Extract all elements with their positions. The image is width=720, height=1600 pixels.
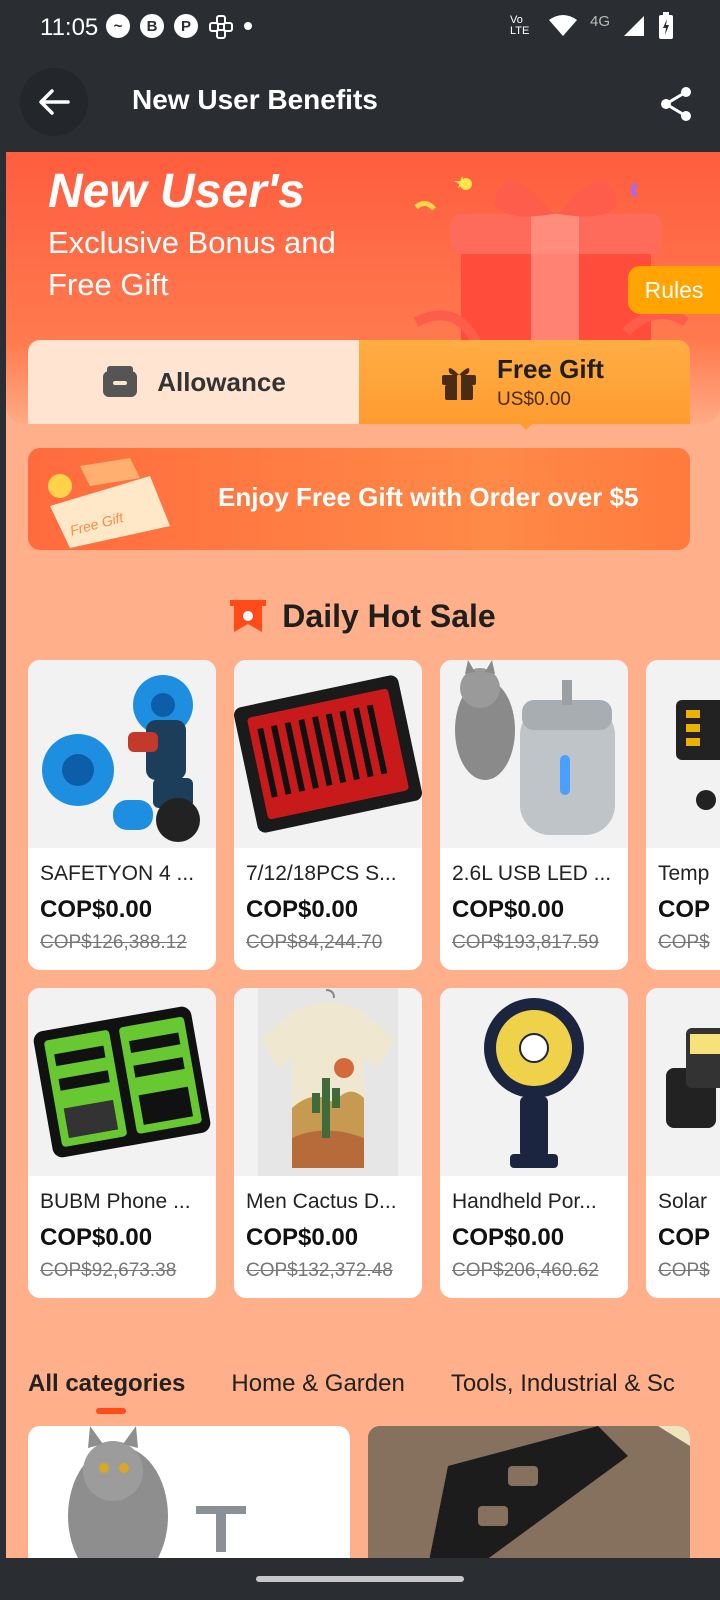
- hot-sale-grid[interactable]: SAFETYON 4 ... COP$0.00 COP$126,388.12 7…: [28, 660, 720, 1310]
- product-image-temp-controller: [646, 660, 720, 848]
- product-original-price: COP$206,460.62: [452, 1260, 599, 1281]
- product-card[interactable]: Temp COP COP$: [646, 660, 720, 970]
- active-category-indicator: [96, 1408, 126, 1414]
- category-product-card[interactable]: [368, 1426, 690, 1558]
- product-original-price: COP$193,817.59: [452, 932, 599, 953]
- network-type: 4G: [589, 12, 610, 30]
- product-price: COP$0.00: [452, 1224, 565, 1251]
- active-tab-pointer: [516, 420, 536, 430]
- more-notifications-dot: [244, 22, 252, 30]
- benefit-tabs: Allowance Free Gift US$0.00: [28, 340, 690, 424]
- product-card[interactable]: Solar COP COP$: [646, 988, 720, 1298]
- product-card[interactable]: BUBM Phone ... COP$0.00 COP$92,673.38: [28, 988, 216, 1298]
- gift-box-illustration: [413, 176, 689, 352]
- daily-hot-sale-title: Daily Hot Sale: [282, 598, 496, 634]
- category-product-card[interactable]: [28, 1426, 350, 1558]
- b-icon: B: [140, 14, 164, 38]
- gift-icon: [442, 368, 476, 400]
- product-card[interactable]: SAFETYON 4 ... COP$0.00 COP$126,388.12: [28, 660, 216, 970]
- tab-allowance-label: Allowance: [157, 366, 286, 397]
- back-button[interactable]: [20, 68, 88, 136]
- product-original-price: COP$: [658, 932, 710, 953]
- status-bar: 11:05 ~ B P Vo LTE 4G: [0, 0, 720, 56]
- product-name: Handheld Por...: [452, 1190, 597, 1213]
- product-name: Solar: [658, 1190, 708, 1213]
- product-price: COP: [658, 1224, 711, 1251]
- product-image-solar-light: [646, 988, 720, 1176]
- product-card[interactable]: 7/12/18PCS S... COP$0.00 COP$84,244.70: [234, 660, 422, 970]
- tab-tools-industrial[interactable]: Tools, Industrial & Sc: [451, 1370, 675, 1420]
- category-tabs: All categories Home & Garden Tools, Indu…: [28, 1370, 720, 1420]
- product-card[interactable]: Handheld Por... COP$0.00 COP$206,460.62: [440, 988, 628, 1298]
- product-image-cable-organizer: [28, 988, 216, 1176]
- free-gift-promo[interactable]: Free Gift Enjoy Free Gift with Order ove…: [28, 448, 690, 550]
- battery-icon: [659, 12, 673, 39]
- banner-title: New User's: [48, 165, 305, 218]
- product-card[interactable]: 2.6L USB LED ... COP$0.00 COP$193,817.59: [440, 660, 628, 970]
- product-image-manicure-set: [234, 660, 422, 848]
- product-original-price: COP$126,388.12: [40, 932, 187, 953]
- product-price: COP$0.00: [40, 1224, 153, 1251]
- product-image-cat: [68, 1426, 246, 1558]
- wifi-icon: [548, 15, 577, 36]
- notification-icons: ~ B P: [106, 14, 252, 40]
- product-price: COP$0.00: [40, 896, 153, 923]
- product-original-price: COP$84,244.70: [246, 932, 383, 953]
- system-nav-bar: [0, 1558, 720, 1600]
- share-icon: [661, 87, 691, 121]
- product-price: COP$0.00: [452, 896, 565, 923]
- tab-home-garden[interactable]: Home & Garden: [231, 1370, 404, 1420]
- daily-hot-sale-header: Daily Hot Sale: [6, 598, 720, 635]
- product-original-price: COP$92,673.38: [40, 1260, 177, 1281]
- tab-allowance[interactable]: Allowance: [28, 340, 359, 424]
- volte-icon: Vo LTE: [509, 14, 530, 37]
- product-price: COP$0.00: [246, 1224, 359, 1251]
- product-image-handheld-fan: [440, 988, 628, 1176]
- product-image-tool: [368, 1426, 690, 1558]
- free-gift-ticket-icon: Free Gift: [48, 458, 170, 548]
- page-content[interactable]: New User's Exclusive Bonus and Free Gift…: [6, 152, 720, 1558]
- system-icons: Vo LTE 4G: [510, 12, 674, 40]
- status-time: 11:05: [40, 14, 99, 41]
- banner-subtitle: Exclusive Bonus and Free Gift: [48, 225, 336, 302]
- product-name: 2.6L USB LED ...: [452, 862, 612, 885]
- product-name: Men Cactus D...: [246, 1190, 397, 1213]
- product-name: 7/12/18PCS S...: [246, 862, 397, 885]
- product-image-drill-brush: [28, 660, 216, 848]
- product-original-price: COP$132,372.48: [246, 1260, 393, 1281]
- bookmark-icon: [230, 599, 267, 632]
- product-name: SAFETYON 4 ...: [40, 862, 195, 885]
- game-icon: [209, 15, 233, 39]
- home-gesture-handle[interactable]: [256, 1576, 464, 1582]
- back-arrow-icon: [39, 89, 70, 115]
- product-price: COP$0.00: [246, 896, 359, 923]
- product-card[interactable]: Men Cactus D... COP$0.00 COP$132,372.48: [234, 988, 422, 1298]
- tab-free-gift-label: Free Gift: [497, 353, 604, 384]
- product-original-price: COP$: [658, 1260, 710, 1281]
- tab-free-gift[interactable]: Free Gift US$0.00: [359, 340, 690, 424]
- promo-message: Enjoy Free Gift with Order over $5: [218, 482, 639, 512]
- p-icon: P: [174, 14, 198, 38]
- messenger-icon: ~: [106, 14, 130, 38]
- page-title: New User Benefits: [132, 84, 378, 115]
- product-image-pet-fountain: [440, 660, 628, 848]
- free-gift-value: US$0.00: [497, 388, 571, 410]
- signal-icon: [624, 16, 644, 36]
- product-image-cactus-shirt: [234, 988, 422, 1176]
- rules-button[interactable]: Rules: [628, 266, 720, 314]
- product-name: BUBM Phone ...: [40, 1190, 191, 1213]
- app-bar: New User Benefits: [0, 56, 720, 152]
- product-price: COP: [658, 896, 711, 923]
- wallet-icon: [103, 366, 138, 397]
- share-button[interactable]: [656, 84, 696, 124]
- product-name: Temp: [658, 862, 710, 885]
